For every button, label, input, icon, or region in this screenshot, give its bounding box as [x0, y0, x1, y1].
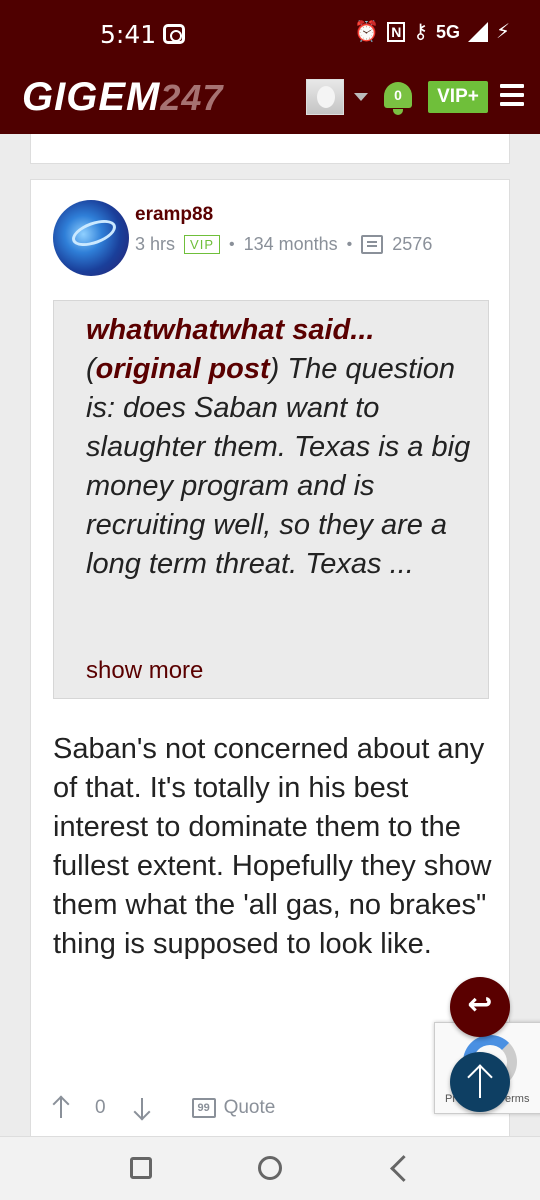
recaptcha-terms[interactable]: erms [505, 1093, 529, 1105]
logo-main: GIGEM [22, 75, 161, 119]
camera-icon [163, 24, 185, 44]
separator-dot: • [229, 235, 235, 253]
scroll-to-top-button[interactable] [450, 1052, 510, 1112]
poster-avatar[interactable] [53, 200, 129, 276]
post-body: Saban's not concerned about any of that.… [53, 733, 492, 960]
notification-count: 0 [384, 82, 412, 108]
downvote-arrow-icon[interactable] [134, 1096, 150, 1120]
quote-icon: 99 [191, 1098, 216, 1118]
member-tenure: 134 months [243, 234, 338, 254]
original-post-link[interactable]: original post [96, 353, 270, 385]
back-icon[interactable] [388, 1155, 412, 1181]
comment-icon [361, 235, 384, 254]
status-time: 5:41 [100, 20, 157, 49]
status-bar: 5:41 ⏰ N ⚷ 5G ⚡ [0, 0, 540, 68]
chevron-down-icon[interactable] [354, 93, 368, 101]
app-header: GIGEM247 0 VIP+ [0, 68, 540, 134]
upvote-arrow-icon[interactable] [53, 1096, 69, 1120]
vote-count: 0 [95, 1097, 106, 1118]
reply-icon: ↩ [467, 988, 493, 1021]
system-nav-bar [0, 1136, 540, 1200]
show-more-link[interactable]: show more [86, 657, 203, 685]
home-icon[interactable] [258, 1156, 282, 1180]
vip-badge: VIP [184, 235, 220, 254]
alarm-icon: ⏰ [354, 21, 380, 43]
quote-text-block: whatwhatwhat said... (original post) The … [86, 314, 471, 580]
user-avatar[interactable] [306, 79, 344, 115]
post-meta: 3 hrs VIP • 134 months • 2576 [135, 234, 432, 255]
nfc-icon: N [387, 22, 406, 42]
post-actions: 0 99 Quote [53, 1090, 353, 1126]
network-type: 5G [435, 21, 460, 42]
signal-icon [467, 22, 488, 42]
previous-post-card [30, 134, 510, 164]
vip-plus-button[interactable]: VIP+ [428, 81, 488, 113]
quote-author[interactable]: whatwhatwhat said... [86, 314, 374, 346]
poster-username[interactable]: eramp88 [135, 204, 213, 226]
post-card: eramp88 3 hrs VIP • 134 months • 2576 wh… [30, 179, 510, 1139]
recent-apps-icon[interactable] [130, 1157, 152, 1179]
logo-number: 247 [160, 77, 224, 118]
quoted-post: whatwhatwhat said... (original post) The … [53, 300, 489, 699]
reply-button[interactable]: ↩ [450, 977, 510, 1037]
post-time: 3 hrs [135, 234, 176, 254]
key-icon: ⚷ [413, 21, 428, 43]
site-logo[interactable]: GIGEM247 [22, 75, 223, 120]
hamburger-menu-icon[interactable] [500, 84, 524, 106]
charging-icon: ⚡ [495, 21, 510, 43]
quote-button[interactable]: 99 Quote [191, 1097, 276, 1119]
post-count: 2576 [392, 234, 433, 254]
notification-bell-icon[interactable]: 0 [382, 78, 414, 118]
status-icons: ⏰ N ⚷ 5G ⚡ [354, 20, 510, 44]
quote-body: The question is: does Saban want to slau… [86, 353, 471, 580]
quote-label: Quote [223, 1097, 276, 1118]
separator-dot: • [346, 235, 353, 253]
